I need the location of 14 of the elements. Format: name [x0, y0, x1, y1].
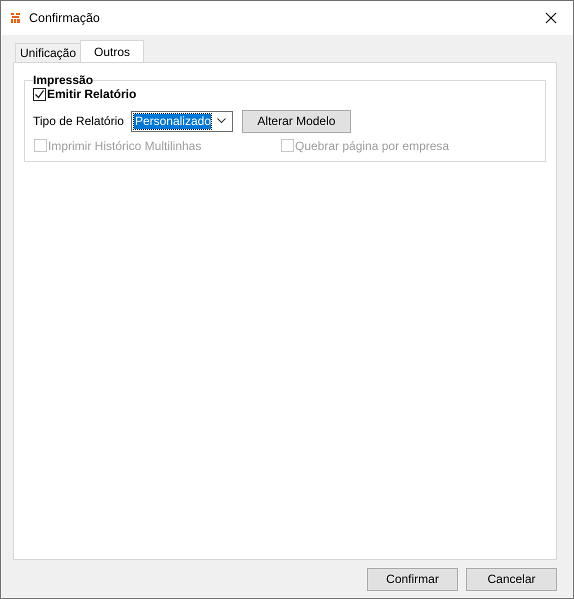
report-type-dropdown[interactable]: Personalizado	[130, 110, 233, 132]
tab[interactable]: Outros	[80, 40, 144, 62]
window-title: Confirmação	[29, 11, 101, 25]
app-logo-icon	[10, 12, 21, 24]
check-icon	[34, 88, 45, 100]
checkbox[interactable]: Emitir Relatório	[33, 87, 136, 101]
alter-model-button[interactable]: Alterar Modelo	[242, 110, 351, 132]
chevron-down-icon	[217, 118, 226, 124]
cancel-button[interactable]: Cancelar	[466, 568, 557, 590]
confirm-button[interactable]: Confirmar	[367, 568, 458, 590]
tab[interactable]: Unificação	[15, 43, 82, 62]
field-label: Tipo de Relatório	[33, 114, 124, 128]
close-icon	[545, 12, 557, 24]
group-title: Impressão	[33, 73, 94, 87]
